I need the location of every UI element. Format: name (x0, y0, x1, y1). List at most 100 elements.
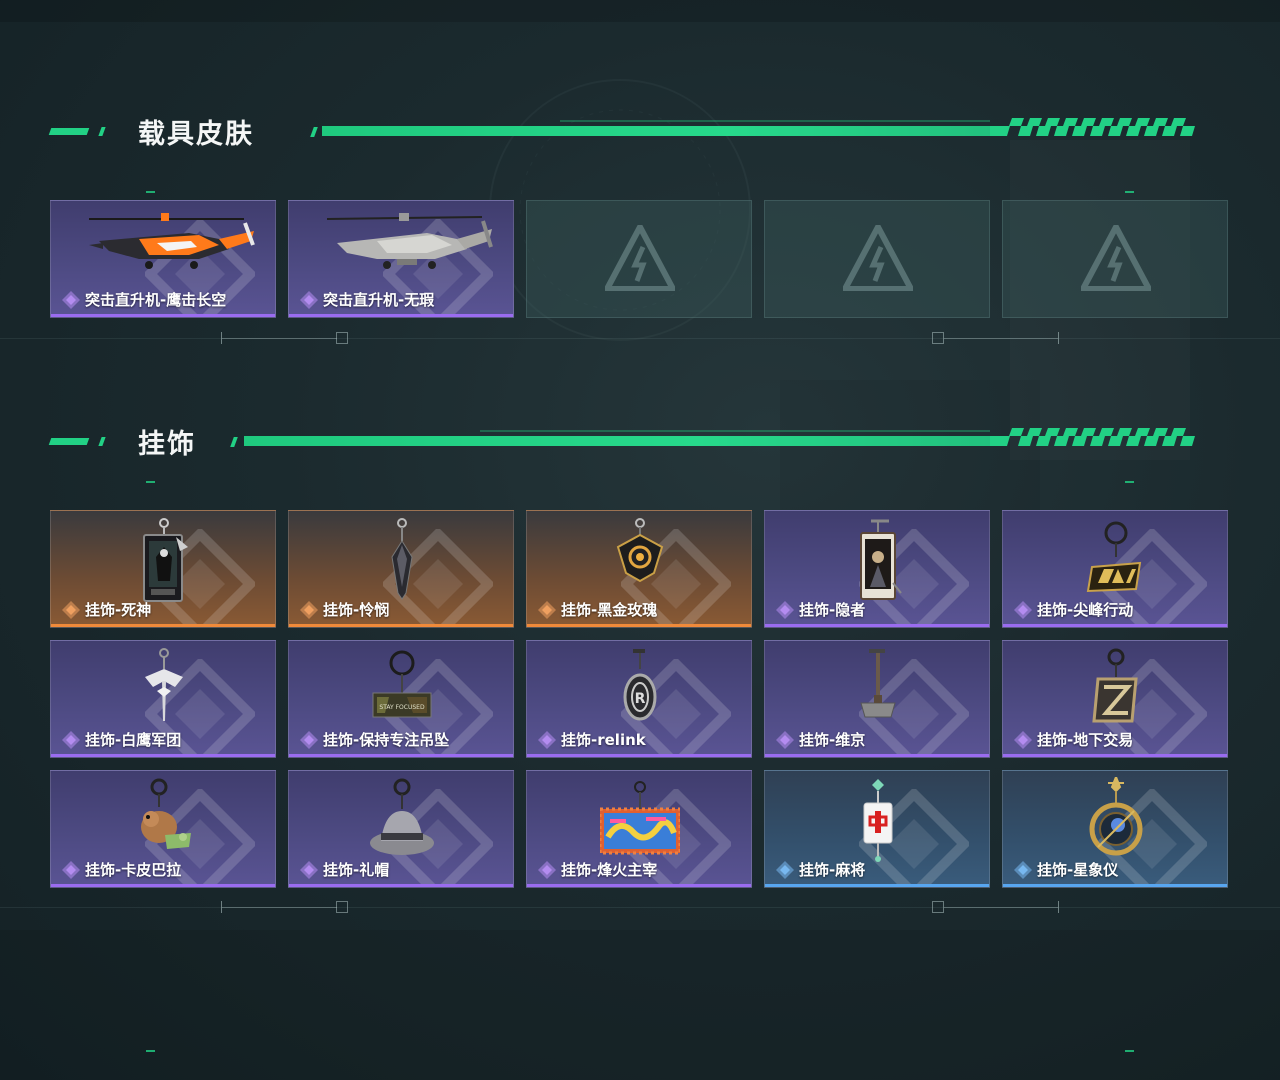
item-label: 挂饰-维京 (775, 729, 865, 750)
item-name: 挂饰-卡皮巴拉 (85, 861, 182, 879)
item-name: 挂饰-保持专注吊坠 (323, 731, 450, 749)
placeholder-logo-icon (1078, 220, 1154, 292)
rarity-diamond-icon (61, 860, 85, 880)
fedora-hat-charm-icon (367, 777, 437, 871)
corner-tick (1125, 1050, 1134, 1052)
rarity-bar (1003, 884, 1227, 887)
charm-card[interactable]: R 挂饰-relink (526, 640, 752, 758)
rarity-bar (51, 884, 275, 887)
rarity-diamond-icon (299, 290, 323, 310)
empty-slot-card (1002, 200, 1228, 318)
item-name: 挂饰-维京 (799, 731, 866, 749)
item-label: 挂饰-保持专注吊坠 (299, 729, 449, 750)
charm-card[interactable]: 挂饰-维京 (764, 640, 990, 758)
item-label: 挂饰-relink (537, 729, 646, 750)
charm-card[interactable]: 挂饰-死神 (50, 510, 276, 628)
item-label: 挂饰-烽火主宰 (537, 859, 657, 880)
corner-tick (146, 1050, 155, 1052)
item-name: 突击直升机-鹰击长空 (85, 291, 227, 309)
section-title-charms: 挂饰 (138, 429, 196, 460)
rarity-diamond-icon (61, 290, 85, 310)
rarity-bar (289, 624, 513, 627)
corner-tick (1125, 481, 1134, 483)
rarity-diamond-icon (61, 730, 85, 750)
decor-square (932, 332, 944, 344)
decorative-timeline (0, 898, 1280, 918)
charm-card[interactable]: 挂饰-礼帽 (288, 770, 514, 888)
charm-card[interactable]: 挂饰-地下交易 (1002, 640, 1228, 758)
corner-tick (146, 191, 155, 193)
item-label: 挂饰-隐者 (775, 599, 865, 620)
relink-r-charm-icon: R (615, 647, 665, 731)
item-label: 挂饰-麻将 (775, 859, 865, 880)
rarity-bar (527, 754, 751, 757)
black-gold-rose-charm-icon (610, 517, 670, 591)
decor-square (932, 901, 944, 913)
charm-card[interactable]: 挂饰-麻将 (764, 770, 990, 888)
rarity-diamond-icon (1013, 730, 1037, 750)
rarity-diamond-icon (299, 730, 323, 750)
white-eagle-charm-icon (139, 647, 189, 731)
empty-slot-card (526, 200, 752, 318)
corner-tick (1125, 191, 1134, 193)
placeholder-logo-icon (602, 220, 678, 292)
charm-card[interactable]: 挂饰-星象仪 (1002, 770, 1228, 888)
item-name: 挂饰-怜悯 (323, 601, 390, 619)
svg-text:STAY FOCUSED: STAY FOCUSED (379, 704, 425, 711)
item-label: 挂饰-黑金玫瑰 (537, 599, 657, 620)
rarity-bar (289, 754, 513, 757)
graffiti-box-charm-icon (598, 777, 682, 861)
decor-square (336, 901, 348, 913)
rarity-bar (527, 624, 751, 627)
item-label: 挂饰-尖峰行动 (1013, 599, 1133, 620)
rarity-diamond-icon (1013, 600, 1037, 620)
item-name: 挂饰-黑金玫瑰 (561, 601, 658, 619)
section-header-vehicle-skins: 载具皮肤 (0, 118, 1280, 150)
charm-card[interactable]: 挂饰-尖峰行动 (1002, 510, 1228, 628)
peak-op-logo-charm-icon (1086, 517, 1146, 601)
section-title-vehicle-skins: 载具皮肤 (138, 119, 254, 150)
header-checker-pattern (990, 118, 1195, 136)
astrolabe-charm-icon (1086, 774, 1146, 871)
item-label: 挂饰-礼帽 (299, 859, 389, 880)
helicopter-orange-icon (69, 205, 259, 289)
decorative-timeline (0, 329, 1280, 349)
rarity-bar (527, 884, 751, 887)
charm-card[interactable]: 挂饰-隐者 (764, 510, 990, 628)
charm-card[interactable]: 挂饰-怜悯 (288, 510, 514, 628)
charm-card[interactable]: 挂饰-卡皮巴拉 (50, 770, 276, 888)
rarity-bar (51, 314, 275, 317)
viking-hammer-charm-icon (853, 647, 903, 731)
z-emblem-charm-icon (1088, 647, 1144, 731)
item-label: 挂饰-白鹰军团 (61, 729, 181, 750)
capybara-charm-icon (131, 777, 197, 861)
header-thin-line (480, 430, 990, 432)
charm-card[interactable]: 挂饰-烽火主宰 (526, 770, 752, 888)
item-name: 挂饰-地下交易 (1037, 731, 1134, 749)
item-name: 挂饰-白鹰军团 (85, 731, 182, 749)
header-accent-dash (48, 438, 90, 445)
rarity-diamond-icon (775, 600, 799, 620)
item-name: 挂饰-礼帽 (323, 861, 390, 879)
item-name: 挂饰-尖峰行动 (1037, 601, 1134, 619)
item-name: 挂饰-死神 (85, 601, 152, 619)
item-label: 挂饰-星象仪 (1013, 859, 1118, 880)
item-label: 突击直升机-鹰击长空 (61, 289, 226, 310)
header-checker-pattern (990, 428, 1195, 446)
svg-text:R: R (635, 691, 646, 707)
item-label: 突击直升机-无瑕 (299, 289, 434, 310)
rarity-bar (1003, 624, 1227, 627)
vehicle-skin-card[interactable]: 突击直升机-无瑕 (288, 200, 514, 318)
vehicle-skin-card[interactable]: 突击直升机-鹰击长空 (50, 200, 276, 318)
charm-card[interactable]: STAY FOCUSED 挂饰-保持专注吊坠 (288, 640, 514, 758)
header-accent-dash-small (98, 437, 106, 446)
item-label: 挂饰-卡皮巴拉 (61, 859, 181, 880)
stay-focused-tag-charm-icon: STAY FOCUSED (367, 647, 437, 731)
header-slash (310, 127, 318, 137)
charm-card[interactable]: 挂饰-黑金玫瑰 (526, 510, 752, 628)
item-label: 挂饰-死神 (61, 599, 151, 620)
rarity-bar (765, 624, 989, 627)
rarity-diamond-icon (537, 600, 561, 620)
charm-card[interactable]: 挂饰-白鹰军团 (50, 640, 276, 758)
crystal-pendant-charm-icon (382, 517, 422, 611)
